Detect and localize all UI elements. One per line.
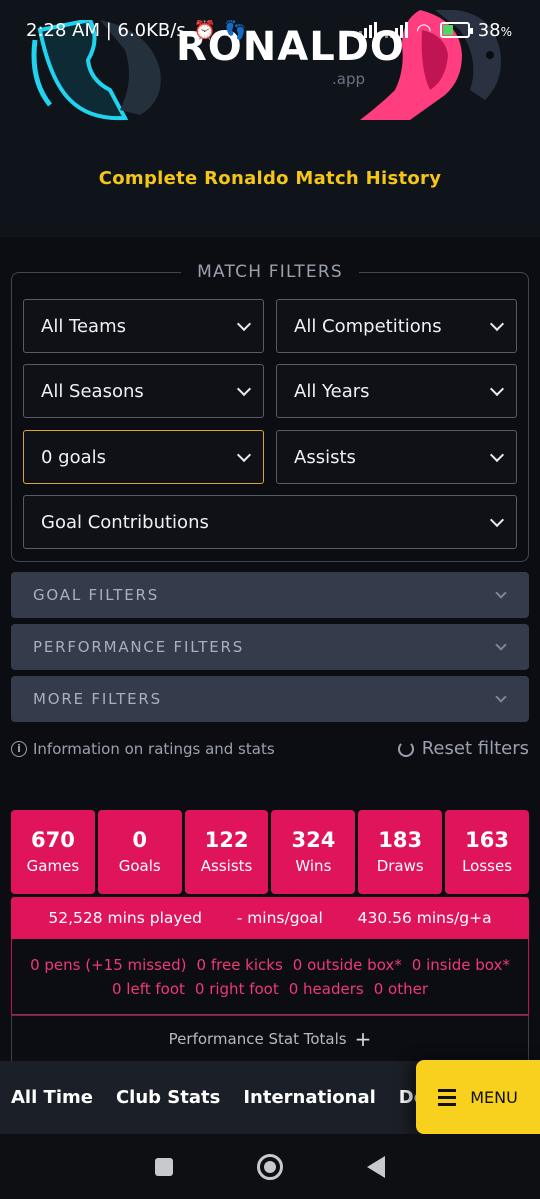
stat-goals: 0 Goals: [97, 810, 182, 894]
chevron-down-icon: [495, 586, 507, 599]
other-stat: 0 other: [373, 979, 428, 998]
info-row: i Information on ratings and stats Reset…: [11, 738, 529, 759]
mins-per-ga: 430.56 mins/g+a: [357, 909, 492, 927]
seasons-select[interactable]: All Seasons: [23, 364, 264, 418]
goal-type-breakdown: 0 pens (+15 missed) 0 free kicks 0 outsi…: [11, 939, 529, 1015]
inside-box-stat: 0 inside box*: [411, 955, 510, 974]
stats-summary: 670 Games 0 Goals 122 Assists 324 Wins 183 Dr…: [11, 810, 529, 894]
chevron-down-icon: [489, 447, 505, 462]
back-icon[interactable]: [367, 1155, 385, 1178]
hamburger-icon: [438, 1088, 457, 1106]
reset-filters-button[interactable]: Reset filters: [397, 738, 529, 759]
goal-filters-accordion[interactable]: GOAL FILTERS: [11, 572, 529, 618]
assists-select[interactable]: Assists: [276, 430, 517, 484]
match-filters-legend: MATCH FILTERS: [0, 262, 540, 282]
goal-contributions-select[interactable]: Goal Contributions: [23, 495, 517, 549]
chevron-down-icon: [495, 638, 507, 651]
mins-played: 52,528 mins played: [48, 909, 202, 927]
status-bar: 2:28 AM | 6.0KB/s ⏰ 👣 ◠ 38%: [0, 0, 540, 60]
nav-international[interactable]: International: [243, 1087, 375, 1108]
alarm-icon: ⏰: [193, 19, 217, 41]
ratings-info-link[interactable]: i Information on ratings and stats: [11, 740, 275, 758]
stat-wins: 324 Wins: [271, 810, 356, 894]
free-kicks-stat: 0 free kicks: [196, 955, 283, 974]
headers-stat: 0 headers: [288, 979, 364, 998]
mins-per-goal: - mins/goal: [236, 909, 323, 927]
battery-level: 38%: [477, 19, 512, 41]
tagline: Complete Ronaldo Match History: [98, 168, 442, 189]
nav-club-stats[interactable]: Club Stats: [116, 1087, 220, 1108]
stat-assists: 122 Assists: [184, 810, 269, 894]
stat-games: 670 Games: [11, 810, 95, 894]
refresh-icon: [397, 740, 414, 757]
teams-select[interactable]: All Teams: [23, 299, 264, 353]
outside-box-stat: 0 outside box*: [292, 955, 402, 974]
chevron-down-icon: [489, 381, 505, 396]
wifi-icon: ◠: [415, 19, 432, 41]
plus-icon: +: [354, 1026, 372, 1051]
menu-button[interactable]: MENU: [416, 1060, 540, 1134]
performance-totals-toggle[interactable]: Performance Stat Totals +: [11, 1015, 529, 1061]
status-time: 2:28 AM | 6.0KB/s: [26, 19, 186, 41]
chevron-down-icon: [236, 316, 252, 331]
nav-all-time[interactable]: All Time: [11, 1087, 93, 1108]
performance-filters-accordion[interactable]: PERFORMANCE FILTERS: [11, 624, 529, 670]
pens-stat: 0 pens (+15 missed): [30, 955, 187, 974]
battery-icon: [439, 22, 473, 38]
left-foot-stat: 0 left foot: [112, 979, 185, 998]
more-filters-accordion[interactable]: MORE FILTERS: [11, 676, 529, 722]
chevron-down-icon: [489, 512, 505, 527]
signal-icon-2: [384, 22, 408, 38]
chevron-down-icon: [236, 447, 252, 462]
system-nav-bar: [0, 1134, 540, 1199]
chevron-down-icon: [489, 316, 505, 331]
steps-icon: 👣: [224, 19, 247, 41]
goals-select[interactable]: 0 goals: [23, 430, 264, 484]
stat-draws: 183 Draws: [358, 810, 443, 894]
competitions-select[interactable]: All Competitions: [276, 299, 517, 353]
info-icon: i: [11, 740, 27, 757]
right-foot-stat: 0 right foot: [194, 979, 279, 998]
signal-icon: [353, 22, 377, 38]
home-icon[interactable]: [257, 1153, 283, 1180]
recents-icon[interactable]: [155, 1157, 173, 1176]
stat-losses: 163 Losses: [445, 810, 529, 894]
years-select[interactable]: All Years: [276, 364, 517, 418]
chevron-down-icon: [236, 381, 252, 396]
chevron-down-icon: [495, 690, 507, 703]
minutes-bar: 52,528 mins played - mins/goal 430.56 mi…: [11, 897, 529, 939]
